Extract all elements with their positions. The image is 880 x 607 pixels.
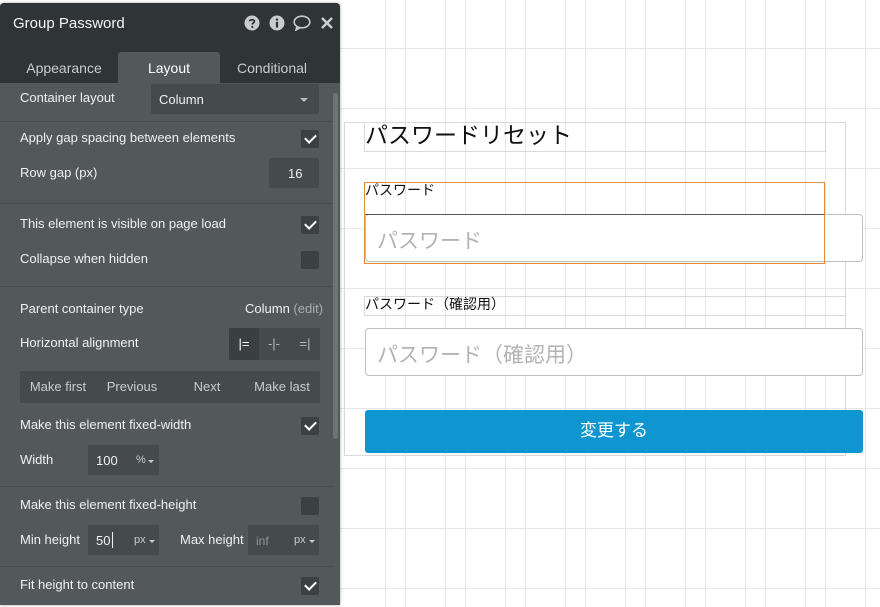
chevron-down-icon [148, 460, 154, 463]
make-last-button[interactable]: Make last [244, 371, 320, 403]
width-label: Width [20, 452, 54, 467]
confirm-password-input[interactable]: パスワード（確認用） [365, 328, 863, 376]
tab-appearance[interactable]: Appearance [10, 52, 118, 83]
align-center-icon[interactable]: -|- [259, 328, 289, 360]
parent-container-label: Parent container type [20, 301, 144, 316]
fit-height-label: Fit height to content [20, 577, 135, 592]
horizontal-alignment-label: Horizontal alignment [20, 335, 139, 350]
align-right-icon[interactable]: =| [290, 328, 320, 360]
close-icon[interactable] [320, 15, 334, 31]
max-height-unit[interactable]: px [294, 534, 306, 546]
group-container-outline[interactable] [344, 122, 846, 456]
panel-scrollbar[interactable] [333, 93, 338, 439]
previous-button[interactable]: Previous [96, 371, 168, 403]
confirm-password-placeholder: パスワード（確認用） [377, 343, 587, 367]
submit-button[interactable]: 変更する [365, 410, 863, 453]
page-heading[interactable]: パスワードリセット [365, 116, 572, 150]
visible-on-load-label: This element is visible on page load [20, 216, 226, 231]
width-unit[interactable]: % [136, 454, 146, 466]
grid-line [865, 0, 866, 607]
container-layout-value: Column [159, 92, 204, 107]
make-first-button[interactable]: Make first [20, 371, 96, 403]
collapse-hidden-checkbox[interactable] [301, 251, 319, 269]
min-height-input[interactable]: 50 px [88, 525, 159, 555]
confirm-password-label[interactable]: パスワード（確認用） [365, 294, 505, 314]
align-left-icon[interactable]: |= [229, 328, 259, 360]
gap-spacing-checkbox[interactable] [301, 130, 319, 148]
collapse-hidden-label: Collapse when hidden [20, 251, 148, 266]
parent-container-type: Column (edit) [245, 301, 323, 316]
container-layout-label: Container layout [20, 90, 115, 105]
min-height-label: Min height [20, 532, 80, 547]
comment-icon[interactable] [293, 15, 311, 31]
chevron-down-icon [300, 98, 308, 102]
container-layout-dropdown[interactable]: Column [151, 84, 319, 114]
horizontal-alignment-control: |= -|- =| [229, 328, 320, 360]
row-gap-value: 16 [288, 166, 303, 181]
divider [0, 286, 334, 287]
max-height-input[interactable]: inf px [248, 525, 319, 555]
fixed-width-checkbox[interactable] [301, 417, 319, 435]
parent-container-edit-link[interactable]: (edit) [293, 301, 323, 316]
divider [0, 203, 334, 204]
width-value: 100 [96, 453, 118, 468]
parent-container-value: Column [245, 301, 290, 316]
chevron-down-icon [149, 540, 155, 543]
fixed-height-checkbox[interactable] [301, 497, 319, 515]
visible-on-load-checkbox[interactable] [301, 216, 319, 234]
help-icon[interactable] [244, 15, 260, 31]
element-order-bar: Make first Previous Next Make last [20, 371, 320, 403]
min-height-unit[interactable]: px [134, 534, 146, 546]
text-cursor [112, 532, 113, 548]
min-height-value: 50 [96, 533, 111, 548]
fit-height-checkbox[interactable] [301, 577, 319, 595]
panel-header: Group Password [0, 3, 340, 45]
property-editor-panel: Group Password Appearance Layout Conditi… [0, 3, 340, 605]
fixed-width-label: Make this element fixed-width [20, 417, 192, 432]
next-button[interactable]: Next [170, 371, 244, 403]
width-input[interactable]: 100 % [88, 445, 159, 475]
panel-title: Group Password [13, 15, 125, 32]
gap-spacing-label: Apply gap spacing between elements [20, 130, 236, 145]
selected-group-outline[interactable] [364, 182, 825, 264]
max-height-label: Max height [180, 532, 244, 547]
divider [0, 566, 334, 567]
row-gap-label: Row gap (px) [20, 165, 98, 180]
divider [0, 121, 334, 122]
divider [0, 486, 334, 487]
tab-conditional[interactable]: Conditional [222, 52, 322, 83]
info-icon[interactable] [269, 15, 285, 31]
panel-tabs: Appearance Layout Conditional [0, 45, 340, 83]
tab-layout[interactable]: Layout [118, 52, 220, 83]
row-gap-input[interactable]: 16 [269, 158, 319, 188]
fixed-height-label: Make this element fixed-height [20, 497, 197, 512]
max-height-placeholder: inf [256, 534, 269, 548]
chevron-down-icon [309, 540, 315, 543]
